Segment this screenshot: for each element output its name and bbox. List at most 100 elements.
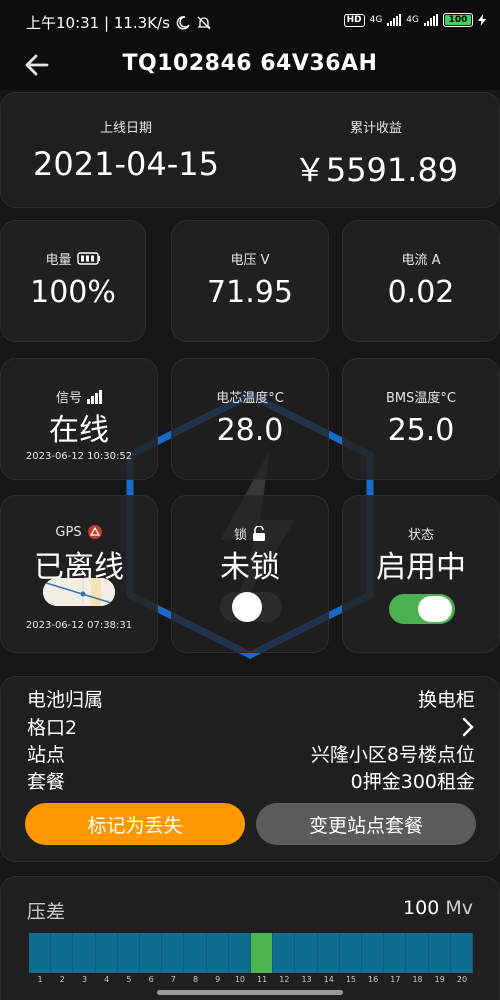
tile-current: 电流 A 0.02	[342, 220, 500, 342]
battery-info-card: 电池归属 换电柜 格口2 站点 兴隆小区8号楼点位 套餐 0押金300租金 标记…	[0, 676, 500, 862]
status-icons: HD 4G 4G 100	[343, 13, 486, 27]
station-value: 兴隆小区8号楼点位	[310, 744, 475, 766]
bms-temp-label: BMS温度°C	[386, 391, 456, 406]
signal-label: 信号	[55, 391, 82, 406]
lock-toggle[interactable]	[220, 592, 282, 622]
online-date-label: 上线日期	[99, 121, 152, 136]
hd-badge: HD	[343, 13, 365, 27]
lock-label: 锁	[233, 528, 247, 543]
cell-index-label: 16	[368, 975, 379, 984]
slot-label: 格口2	[27, 717, 78, 739]
station-row: 站点 兴隆小区8号楼点位	[27, 740, 475, 767]
ownership-row: 电池归属 换电柜	[27, 685, 475, 712]
slot-row[interactable]: 格口2	[27, 713, 475, 740]
ownership-label: 电池归属	[27, 689, 104, 711]
cell-index-label: 18	[412, 975, 423, 984]
package-row: 套餐 0押金300租金	[27, 767, 475, 794]
cell-bar-6	[140, 933, 163, 973]
cell-index-label: 12	[279, 975, 290, 984]
cell-index-label: 19	[434, 975, 445, 984]
app-header: TQ102846 64V36AH	[0, 40, 500, 90]
earnings-label: 累计收益	[349, 121, 402, 136]
online-date-value: 2021-04-15	[33, 145, 219, 183]
chevron-right-icon[interactable]	[461, 717, 475, 737]
cell-bar-11	[251, 933, 274, 973]
signal-icon-2	[424, 14, 438, 26]
signal-time: 2023-06-12 10:30:52	[25, 451, 133, 462]
lock-open-icon	[253, 525, 265, 541]
cell-bar-2	[51, 933, 74, 973]
tile-status: 状态 启用中	[342, 495, 500, 653]
cell-index-label: 11	[257, 975, 268, 984]
cell-bar-1	[29, 933, 52, 973]
cell-bar-14	[317, 933, 340, 973]
cell-bar-19	[428, 933, 451, 973]
cell-index-label: 7	[170, 975, 176, 984]
cell-index-label: 15	[345, 975, 357, 984]
battery-icon: 100	[443, 13, 473, 27]
cell-bar-4	[95, 933, 118, 973]
tile-signal: 信号 在线 2023-06-12 10:30:52	[0, 358, 158, 480]
signal-value: 在线	[49, 413, 109, 448]
cell-index-label: 10	[234, 975, 246, 984]
earnings-value: ￥5591.89	[293, 151, 459, 189]
tile-voltage: 电压 V 71.95	[171, 220, 329, 342]
ownership-value: 换电柜	[417, 689, 475, 711]
page-title: TQ102846 64V36AH	[122, 51, 378, 76]
mute-bell-icon	[197, 16, 211, 29]
current-label: 电流 A	[401, 253, 441, 268]
status-time: 上午10:31 | 11.3K/s	[26, 12, 212, 33]
cell-bar-strip	[29, 933, 474, 973]
mark-lost-button[interactable]: 标记为丢失	[25, 803, 245, 845]
cell-bar-8	[184, 933, 207, 973]
cell-temp-value: 28.0	[216, 413, 284, 448]
moon-icon	[176, 15, 190, 29]
cell-bar-12	[273, 933, 296, 973]
home-indicator	[157, 990, 343, 995]
status-toggle[interactable]	[389, 594, 455, 624]
cell-bar-13	[295, 933, 318, 973]
power-value: 100%	[30, 275, 116, 310]
cell-index-label: 20	[456, 975, 468, 984]
voltage-diff-card: 压差 100 Mv 1 2 3 4 5 6 7 8 9 10 11 12 13 14 15 16 17 18 19 2…	[0, 876, 500, 1000]
cell-index-label: 5	[126, 975, 132, 984]
change-station-package-button[interactable]: 变更站点套餐	[256, 803, 476, 845]
online-date-block: 上线日期 2021-04-15	[1, 93, 251, 209]
station-label: 站点	[27, 744, 66, 766]
cell-index-label: 6	[148, 975, 154, 984]
cell-bar-20	[450, 933, 474, 973]
current-value: 0.02	[387, 275, 455, 310]
cell-bar-7	[162, 933, 185, 973]
package-value: 0押金300租金	[350, 771, 475, 793]
cell-bar-10	[228, 933, 252, 973]
gps-offline-icon	[87, 525, 102, 539]
cell-index-label: 14	[323, 975, 334, 984]
package-label: 套餐	[27, 771, 66, 793]
voltage-diff-value: 100 Mv	[403, 897, 473, 919]
network-label-1: 4G	[369, 15, 383, 25]
status-bar: 上午10:31 | 11.3K/s HD 4G 4G 100	[0, 0, 500, 40]
summary-card: 上线日期 2021-04-15 累计收益 ￥5591.89	[0, 92, 500, 208]
battery-level-icon	[76, 252, 100, 265]
cell-index-label: 9	[215, 975, 221, 984]
gps-map-thumbnail[interactable]	[43, 578, 115, 606]
cell-bar-9	[206, 933, 229, 973]
signal-strength-icon	[87, 389, 102, 404]
cell-bar-15	[339, 933, 363, 973]
cell-temp-label: 电芯温度°C	[216, 391, 284, 406]
cell-bar-5	[117, 933, 141, 973]
voltage-value: 71.95	[207, 275, 293, 310]
voltage-diff-label: 压差	[27, 901, 66, 923]
status-label: 状态	[407, 528, 434, 543]
status-value: 启用中	[376, 550, 466, 585]
cell-bar-18	[406, 933, 429, 973]
tile-gps: GPS 已离线 2023-06-12 07:38:31	[0, 495, 158, 653]
cell-index-label: 8	[192, 975, 199, 984]
earnings-block: 累计收益 ￥5591.89	[251, 93, 500, 209]
bms-temp-value: 25.0	[387, 413, 455, 448]
tile-power: 电量 100%	[0, 220, 146, 342]
gps-label: GPS	[55, 524, 82, 540]
cell-index-label: 3	[81, 975, 88, 984]
tile-bms-temp: BMS温度°C 25.0	[342, 358, 500, 480]
cell-index-label: 17	[390, 975, 401, 984]
